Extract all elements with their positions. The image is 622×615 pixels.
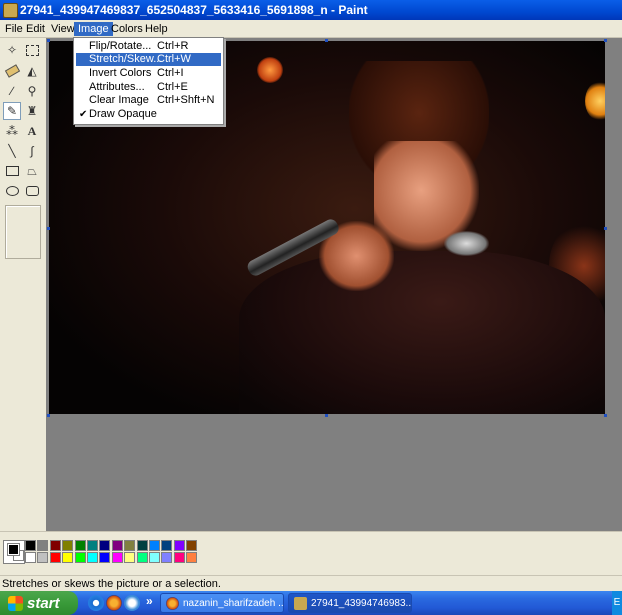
free-form-select-icon[interactable]: ✧ <box>3 41 21 59</box>
menu-item-attributes[interactable]: Attributes... Ctrl+E <box>76 81 221 94</box>
menu-edit[interactable]: Edit <box>22 22 49 36</box>
color-swatch[interactable] <box>25 552 36 563</box>
color-swatch[interactable] <box>173 540 185 551</box>
brush-icon[interactable]: ♜ <box>23 102 41 120</box>
color-swatch[interactable] <box>49 540 61 551</box>
color-swatch[interactable] <box>37 540 49 551</box>
taskbar-button-paint[interactable]: 27941_43994746983... <box>288 593 412 613</box>
select-icon[interactable] <box>23 41 41 59</box>
menu-item-stretch-skew[interactable]: Stretch/Skew... Ctrl+W <box>76 53 221 66</box>
resize-handle[interactable] <box>325 414 328 417</box>
menu-help[interactable]: Help <box>141 22 172 36</box>
color-swatch[interactable] <box>149 552 160 563</box>
color-swatch[interactable] <box>149 540 160 551</box>
color-swatch[interactable] <box>74 540 86 551</box>
airbrush-icon[interactable]: ⁂ <box>3 122 21 140</box>
browser-icon[interactable] <box>124 595 140 611</box>
rounded-rectangle-icon[interactable] <box>23 182 41 200</box>
wristwatch <box>444 231 489 256</box>
system-tray: E <box>612 591 622 615</box>
color-swatch[interactable] <box>136 540 148 551</box>
color-swatch[interactable] <box>62 552 74 563</box>
quicklaunch-more[interactable]: » <box>146 594 153 608</box>
menu-bar: File Edit View Image Colors Help <box>0 20 622 38</box>
stage-light <box>585 81 605 121</box>
color-swatch[interactable] <box>124 540 136 551</box>
resize-handle[interactable] <box>47 39 50 42</box>
window-title: 27941_439947469837_652504837_5633416_569… <box>20 3 368 17</box>
person-shirt <box>239 251 605 414</box>
resize-handle[interactable] <box>47 227 50 230</box>
color-swatch[interactable] <box>124 552 136 563</box>
resize-handle[interactable] <box>604 227 607 230</box>
title-bar[interactable]: 27941_439947469837_652504837_5633416_569… <box>0 0 622 20</box>
menu-item-flip-rotate[interactable]: Flip/Rotate... Ctrl+R <box>76 40 221 53</box>
resize-handle[interactable] <box>325 39 328 42</box>
pencil-icon[interactable]: ✎ <box>3 102 21 120</box>
firefox-icon[interactable] <box>106 595 122 611</box>
color-swatch[interactable] <box>186 552 198 563</box>
color-swatch[interactable] <box>49 552 61 563</box>
resize-handle[interactable] <box>47 414 50 417</box>
color-swatch[interactable] <box>25 540 36 551</box>
menu-item-invert-colors[interactable]: Invert Colors Ctrl+I <box>76 67 221 80</box>
polygon-icon[interactable]: ⏢ <box>23 162 41 180</box>
stage-light <box>257 57 283 83</box>
color-swatch[interactable] <box>87 552 98 563</box>
color-swatch[interactable] <box>62 540 74 551</box>
internet-explorer-icon[interactable] <box>88 595 104 611</box>
magnifier-icon[interactable]: ⚲ <box>23 82 41 100</box>
color-swatch[interactable] <box>111 552 123 563</box>
pick-color-icon[interactable]: ∕ <box>3 82 21 100</box>
rectangle-icon[interactable] <box>3 162 21 180</box>
color-swatch[interactable] <box>87 540 98 551</box>
fill-icon[interactable]: ◭ <box>23 62 41 80</box>
line-icon[interactable]: ╲ <box>3 142 21 160</box>
color-palette <box>0 531 622 576</box>
status-bar: Stretches or skews the picture or a sele… <box>0 575 622 591</box>
eraser-icon[interactable] <box>3 62 21 80</box>
tool-box: ✧ ◭ ∕ ⚲ ✎ ♜ ⁂ A ╲ ∫ ⏢ <box>0 38 47 531</box>
curve-icon[interactable]: ∫ <box>23 142 41 160</box>
current-colors[interactable] <box>3 540 25 564</box>
color-swatch[interactable] <box>111 540 123 551</box>
color-swatch[interactable] <box>161 552 173 563</box>
resize-handle[interactable] <box>604 39 607 42</box>
taskbar-button-firefox[interactable]: nazanin_sharifzadeh ... <box>160 593 284 613</box>
color-swatch[interactable] <box>136 552 148 563</box>
color-swatch[interactable] <box>99 552 111 563</box>
menu-item-draw-opaque[interactable]: ✔ Draw Opaque <box>76 108 221 121</box>
menu-item-clear-image[interactable]: Clear Image Ctrl+Shft+N <box>76 94 221 107</box>
color-swatch[interactable] <box>173 552 185 563</box>
status-text: Stretches or skews the picture or a sele… <box>2 578 221 590</box>
color-swatch[interactable] <box>99 540 111 551</box>
color-swatch[interactable] <box>37 552 49 563</box>
image-menu-dropdown: Flip/Rotate... Ctrl+R Stretch/Skew... Ct… <box>73 37 224 125</box>
checkmark-icon: ✔ <box>79 109 88 120</box>
firefox-icon <box>166 597 179 610</box>
start-button[interactable]: start <box>0 591 78 615</box>
ellipse-icon[interactable] <box>3 182 21 200</box>
paint-app-icon <box>294 597 307 610</box>
paint-app-icon[interactable] <box>3 3 18 18</box>
tool-options-box[interactable] <box>5 205 41 259</box>
taskbar: start » nazanin_sharifzadeh ... 27941_43… <box>0 591 622 615</box>
windows-logo-icon <box>8 595 23 611</box>
color-swatch[interactable] <box>186 540 198 551</box>
color-swatch[interactable] <box>161 540 173 551</box>
text-icon[interactable]: A <box>23 122 41 140</box>
color-swatch[interactable] <box>74 552 86 563</box>
foreground-color[interactable] <box>8 544 19 555</box>
resize-handle[interactable] <box>604 414 607 417</box>
